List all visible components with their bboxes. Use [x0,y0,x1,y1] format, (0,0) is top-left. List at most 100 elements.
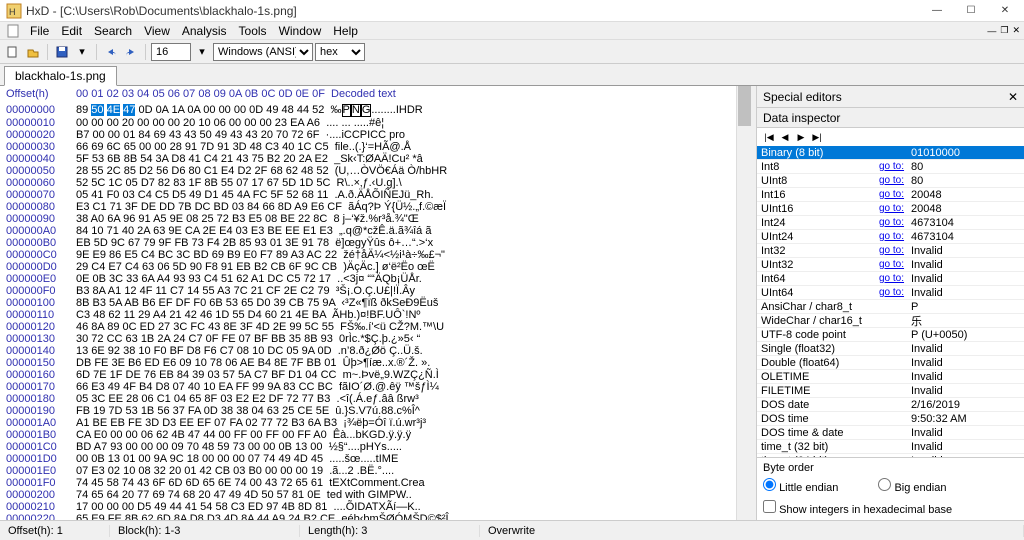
goto-link[interactable]: go to: [879,273,907,284]
inspector-row[interactable]: DOS date2/16/2019 [757,398,1024,412]
vertical-scrollbar[interactable] [736,86,752,520]
mdi-restore-button[interactable]: ❐ [998,25,1010,36]
file-tab[interactable]: blackhalo-1s.png [4,66,117,86]
view-type-select[interactable]: hex [315,43,365,61]
hex-row[interactable]: 000001008B B3 5A AB B6 EF DF F0 6B 53 65… [6,297,730,309]
hex-row[interactable]: 000001606D 7E 1F DE 76 EB 84 39 03 57 5A… [6,369,730,381]
menu-view[interactable]: View [138,23,176,39]
inspector-row[interactable]: WideChar / char16_t乐 [757,314,1024,328]
data-inspector[interactable]: Binary (8 bit)01010000Int8go to:80UInt8g… [757,146,1024,457]
hex-row[interactable]: 000001B0CA E0 00 00 06 62 4B 47 44 00 FF… [6,429,730,441]
hex-row[interactable]: 0000018005 3C EE 28 06 C1 04 65 8F 03 E2… [6,393,730,405]
menu-analysis[interactable]: Analysis [176,23,233,39]
save-button[interactable] [53,43,71,61]
nav-next-icon[interactable]: ▶ [793,130,809,144]
minimize-button[interactable]: — [920,1,954,21]
inspector-row[interactable]: DOS time & dateInvalid [757,426,1024,440]
hex-row[interactable]: 000001A0A1 BE EB FE 3D D3 EE EF 07 FA 02… [6,417,730,429]
menu-search[interactable]: Search [88,23,138,39]
open-button[interactable] [24,43,42,61]
menu-file[interactable]: File [24,23,55,39]
nav-prev-icon[interactable]: ◀ [777,130,793,144]
undo-button[interactable] [102,43,120,61]
hex-row[interactable]: 00000110C3 48 62 11 29 A4 21 42 46 1D 55… [6,309,730,321]
bytes-per-row-dropdown[interactable]: ▾ [193,43,211,61]
big-endian-radio[interactable]: Big endian [878,478,946,494]
hex-row[interactable]: 000001C0BD A7 93 00 00 00 09 70 48 59 73… [6,441,730,453]
hex-row[interactable]: 000000405F 53 6B 8B 54 3A D8 41 C4 21 43… [6,153,730,165]
hex-row[interactable]: 0000006052 5C 1C 05 D7 82 83 1F 8B 55 07… [6,177,730,189]
maximize-button[interactable]: ☐ [954,1,988,21]
hex-row[interactable]: 0000005028 55 2C 85 D2 56 D6 80 C1 E4 D2… [6,165,730,177]
menu-edit[interactable]: Edit [55,23,88,39]
close-button[interactable]: ✕ [988,1,1022,21]
goto-link[interactable]: go to: [879,175,907,186]
hex-editor[interactable]: Offset(h)00 01 02 03 04 05 06 07 08 09 0… [0,86,736,520]
goto-link[interactable]: go to: [879,259,907,270]
menu-window[interactable]: Window [273,23,328,39]
hex-row[interactable]: 000000F0B3 8A A1 12 4F 11 C7 14 55 A3 7C… [6,285,730,297]
inspector-row[interactable]: time_t (32 bit)Invalid [757,440,1024,454]
goto-link[interactable]: go to: [879,245,907,256]
inspector-row[interactable]: Single (float32)Invalid [757,342,1024,356]
bytes-per-row-input[interactable] [151,43,191,61]
hex-row[interactable]: 000001E007 E3 02 10 08 32 20 01 42 CB 03… [6,465,730,477]
little-endian-radio[interactable]: Little endian [763,478,838,494]
goto-link[interactable]: go to: [879,287,907,298]
hex-row[interactable]: 0000020074 65 64 20 77 69 74 68 20 47 49… [6,489,730,501]
inspector-row[interactable]: UTF-8 code pointP (U+0050) [757,328,1024,342]
hex-row[interactable]: 0000003066 69 6C 65 00 00 28 91 7D 91 3D… [6,141,730,153]
inspector-row[interactable]: UInt24go to:4673104 [757,230,1024,244]
hex-row[interactable]: 000000E00E 0B 3C 33 6A A4 93 93 C4 51 62… [6,273,730,285]
hex-row[interactable]: 0000021017 00 00 00 D5 49 44 41 54 58 C3… [6,501,730,513]
inspector-row[interactable]: UInt8go to:80 [757,174,1024,188]
menu-tools[interactable]: Tools [233,23,273,39]
inspector-row[interactable]: OLETIMEInvalid [757,370,1024,384]
goto-link[interactable]: go to: [879,217,907,228]
nav-first-icon[interactable]: |◀ [761,130,777,144]
charset-select[interactable]: Windows (ANSI) [213,43,313,61]
inspector-row[interactable]: Int64go to:Invalid [757,272,1024,286]
hex-row[interactable]: 000001F074 45 58 74 43 6F 6D 6D 65 6E 74… [6,477,730,489]
hex-row[interactable]: 000000A084 10 71 40 2A 63 9E CA 2E E4 03… [6,225,730,237]
nav-last-icon[interactable]: ▶| [809,130,825,144]
mdi-close-button[interactable]: ✕ [1010,25,1022,36]
hex-row[interactable]: 000001D000 0B 13 01 00 9A 9C 18 00 00 00… [6,453,730,465]
hex-row[interactable]: 00000190FB 19 7D 53 1B 56 37 FA 0D 38 38… [6,405,730,417]
inspector-row[interactable]: Int8go to:80 [757,160,1024,174]
goto-link[interactable]: go to: [879,231,907,242]
inspector-row[interactable]: Int16go to:20048 [757,188,1024,202]
hex-row[interactable]: 0000001000 00 00 20 00 00 00 20 10 06 00… [6,117,730,129]
inspector-row[interactable]: DOS time9:50:32 AM [757,412,1024,426]
inspector-row[interactable]: Double (float64)Invalid [757,356,1024,370]
goto-link[interactable]: go to: [879,161,907,172]
inspector-row[interactable]: UInt32go to:Invalid [757,258,1024,272]
hex-row[interactable]: 000000C09E E9 86 E5 C4 BC 3C BD 69 B9 E0… [6,249,730,261]
hex-row[interactable]: 00000150DB FE 3E B6 ED E6 09 10 78 06 AE… [6,357,730,369]
inspector-row[interactable]: UInt16go to:20048 [757,202,1024,216]
inspector-row[interactable]: UInt64go to:Invalid [757,286,1024,300]
hex-row[interactable]: 0000007005 41 F0 03 C4 C5 D5 49 D1 45 4A… [6,189,730,201]
menu-help[interactable]: Help [327,23,364,39]
hex-row[interactable]: 0000000089 50 4E 47 0D 0A 1A 0A 00 00 00… [6,104,730,117]
show-hex-checkbox[interactable]: Show integers in hexadecimal base [763,500,1018,516]
goto-link[interactable]: go to: [879,203,907,214]
hex-row[interactable]: 0000009038 A0 6A 96 91 A5 9E 08 25 72 B3… [6,213,730,225]
hex-row[interactable]: 000000D029 C4 E7 C4 63 06 5D 90 F8 91 EB… [6,261,730,273]
close-pane-icon[interactable]: ✕ [1008,90,1018,104]
hex-row[interactable]: 0000014013 6E 92 38 10 F0 BF D8 F6 C7 08… [6,345,730,357]
inspector-row[interactable]: Int24go to:4673104 [757,216,1024,230]
mdi-minimize-button[interactable]: — [985,26,998,36]
hex-row[interactable]: 0000012046 8A 89 0C ED 27 3C FC 43 8E 3F… [6,321,730,333]
inspector-row[interactable]: Int32go to:Invalid [757,244,1024,258]
hex-row[interactable]: 0000022065 E9 FE 8B 62 6D 8A D8 D3 4D 8A… [6,513,730,520]
inspector-row[interactable]: FILETIMEInvalid [757,384,1024,398]
inspector-row[interactable]: Binary (8 bit)01010000 [757,146,1024,160]
save-dropdown-button[interactable]: ▾ [73,43,91,61]
new-button[interactable] [4,43,22,61]
goto-link[interactable]: go to: [879,189,907,200]
redo-button[interactable] [122,43,140,61]
hex-row[interactable]: 00000080E3 C1 71 3F DE DD 7B DC BD 03 84… [6,201,730,213]
hex-row[interactable]: 0000013030 72 CC 63 1B 2A 24 C7 0F FE 07… [6,333,730,345]
hex-row[interactable]: 00000020B7 00 00 01 84 69 43 43 50 49 43… [6,129,730,141]
